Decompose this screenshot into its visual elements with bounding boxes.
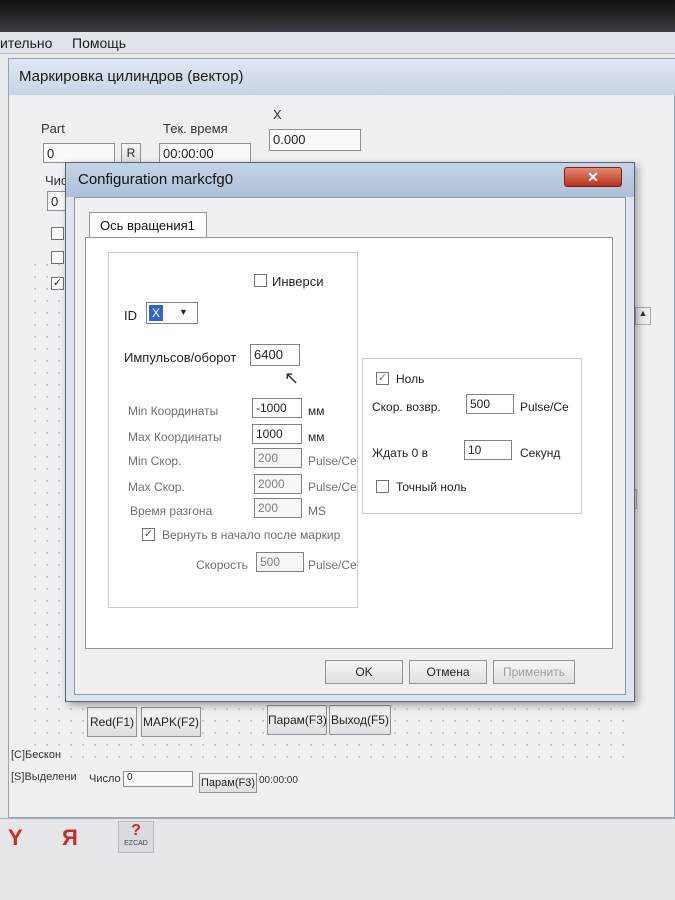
- time-label: Тек. время: [163, 121, 228, 136]
- x-field: 0.000: [269, 129, 361, 151]
- mark-button[interactable]: MAPK(F2): [141, 707, 201, 737]
- max-coord-unit: мм: [308, 430, 325, 444]
- tab-rotation-axis-label: Ось вращения1: [100, 218, 195, 233]
- zero-label: Ноль: [396, 372, 425, 386]
- ok-button[interactable]: OK: [325, 660, 403, 684]
- menu-bar: ительно Помощь: [0, 32, 675, 54]
- dialog-title: Configuration markcfg0: [78, 171, 234, 188]
- exact-zero-label: Точный ноль: [396, 480, 467, 494]
- apply-button[interactable]: Применить: [493, 660, 575, 684]
- max-speed-label: Max Скор.: [128, 480, 185, 494]
- max-speed-unit: Pulse/Ce: [308, 480, 357, 494]
- inverse-checkbox[interactable]: [254, 274, 267, 287]
- accel-input[interactable]: 200: [254, 498, 302, 518]
- dialog-body: Ось вращения1 Инверси ID X ▼ Импульсов/о…: [74, 197, 626, 695]
- id-select[interactable]: X ▼: [146, 302, 198, 324]
- return-speed-unit: Pulse/Ce: [520, 400, 569, 414]
- red-button[interactable]: Red(F1): [87, 707, 137, 737]
- exit-button[interactable]: Выход(F5): [329, 705, 391, 735]
- status-select: [S]Выделени: [11, 771, 77, 783]
- return-speed-input[interactable]: 500: [466, 394, 514, 414]
- wait-label: Ждать 0 в: [372, 446, 428, 460]
- taskbar-icon-ya[interactable]: Я: [62, 825, 78, 851]
- max-speed-input[interactable]: 2000: [254, 474, 302, 494]
- tab-panel: Инверси ID X ▼ Импульсов/оборот 6400 ↖ M…: [85, 237, 613, 649]
- id-selected-value: X: [149, 305, 163, 321]
- time-field: 00:00:00: [159, 143, 251, 163]
- exact-zero-checkbox[interactable]: [376, 480, 389, 493]
- speed-label: Скорость: [196, 558, 248, 572]
- accel-label: Время разгона: [130, 504, 213, 518]
- id-label: ID: [124, 308, 137, 323]
- cancel-button[interactable]: Отмена: [409, 660, 487, 684]
- zero-settings-group: [362, 358, 582, 514]
- inverse-label: Инверси: [272, 274, 324, 289]
- status-count-field: 0: [123, 771, 193, 787]
- speed-input[interactable]: 500: [256, 552, 304, 572]
- status-count-label: Число: [89, 773, 121, 785]
- option-checkbox-1[interactable]: [51, 227, 64, 240]
- dialog-titlebar[interactable]: Configuration markcfg0 ✕: [66, 163, 634, 197]
- return-checkbox[interactable]: ✓: [142, 528, 155, 541]
- pulses-input[interactable]: 6400: [250, 344, 300, 366]
- accel-unit: MS: [308, 504, 326, 518]
- status-time: 00:00:00: [259, 775, 298, 786]
- monitor-bezel: [0, 0, 675, 32]
- min-coord-input[interactable]: -1000: [252, 398, 302, 418]
- screen: ительно Помощь Маркировка цилиндров (век…: [0, 0, 675, 900]
- part-label: Part: [41, 121, 65, 136]
- min-coord-unit: мм: [308, 404, 325, 418]
- mouse-cursor-icon: ↖: [284, 368, 300, 388]
- min-coord-label: Min Координаты: [128, 404, 219, 418]
- min-speed-label: Min Скор.: [128, 454, 182, 468]
- params-button[interactable]: Парам(F3): [267, 705, 327, 735]
- status-params-button[interactable]: Парам(F3): [199, 773, 257, 793]
- config-dialog: Configuration markcfg0 ✕ Ось вращения1 И…: [65, 162, 635, 702]
- pulses-label: Импульсов/оборот: [124, 350, 237, 365]
- main-window-titlebar: Маркировка цилиндров (вектор): [9, 59, 675, 95]
- min-speed-input[interactable]: 200: [254, 448, 302, 468]
- zero-checkbox[interactable]: ✓: [376, 372, 389, 385]
- taskbar: Y Я ? EZCAD: [0, 818, 675, 900]
- tab-rotation-axis[interactable]: Ось вращения1: [89, 212, 207, 238]
- min-speed-unit: Pulse/Ce: [308, 454, 357, 468]
- main-window-title: Маркировка цилиндров (вектор): [19, 68, 244, 85]
- ezcad-icon[interactable]: ? EZCAD: [118, 821, 154, 853]
- close-icon[interactable]: ✕: [564, 167, 622, 187]
- wait-input[interactable]: 10: [464, 440, 512, 460]
- part-r-button[interactable]: R: [121, 143, 141, 163]
- ezcad-icon-label: EZCAD: [124, 840, 148, 847]
- taskbar-icon-y[interactable]: Y: [8, 825, 23, 851]
- return-label: Вернуть в начало после маркир: [162, 528, 341, 542]
- part-field[interactable]: 0: [43, 143, 115, 163]
- x-label: X: [273, 107, 282, 122]
- menu-item-partial[interactable]: ительно: [0, 35, 52, 51]
- scroll-button-upper[interactable]: ▲: [635, 307, 651, 325]
- menu-item-help[interactable]: Помощь: [72, 35, 126, 51]
- return-speed-label: Скор. возвр.: [372, 400, 441, 414]
- status-infinite: [C]Бескон: [11, 749, 62, 761]
- chevron-down-icon: ▼: [179, 307, 188, 317]
- speed-unit: Pulse/Ce: [308, 558, 357, 572]
- wait-unit: Секунд: [520, 446, 561, 460]
- max-coord-input[interactable]: 1000: [252, 424, 302, 444]
- max-coord-label: Max Координаты: [128, 430, 222, 444]
